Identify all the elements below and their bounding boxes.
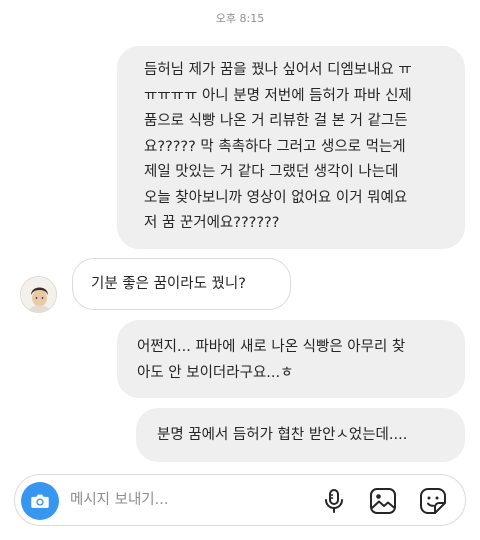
- sent-message-bubble[interactable]: 분명 꿈에서 듬허가 협찬 받안ㅅ었는데....: [136, 408, 465, 462]
- sender-avatar[interactable]: [20, 276, 57, 313]
- microphone-icon: [325, 489, 343, 513]
- voice-message-button[interactable]: [319, 486, 349, 516]
- gallery-icon: [370, 488, 396, 514]
- received-message-bubble[interactable]: 기분 좋은 꿈이라도 꿨니?: [72, 258, 291, 310]
- message-input[interactable]: [70, 488, 310, 512]
- sticker-icon: [420, 488, 446, 514]
- sent-message-bubble[interactable]: 어쩐지... 파바에 새로 나온 식빵은 아무리 찾 아도 안 보이더라구요..…: [117, 320, 465, 398]
- message-timestamp: 오후 8:15: [215, 12, 265, 25]
- sent-message-bubble[interactable]: 듬허님 제가 꿈을 꿨나 싶어서 디엠보내요 ㅠ ㅠㅠㅠㅠ 아니 분명 저번에 …: [117, 46, 465, 249]
- avatar-image: [21, 277, 56, 312]
- sticker-button[interactable]: [418, 486, 448, 516]
- camera-icon: [31, 494, 49, 508]
- camera-button[interactable]: [21, 482, 59, 520]
- message-composer: [14, 474, 466, 526]
- gallery-button[interactable]: [368, 486, 398, 516]
